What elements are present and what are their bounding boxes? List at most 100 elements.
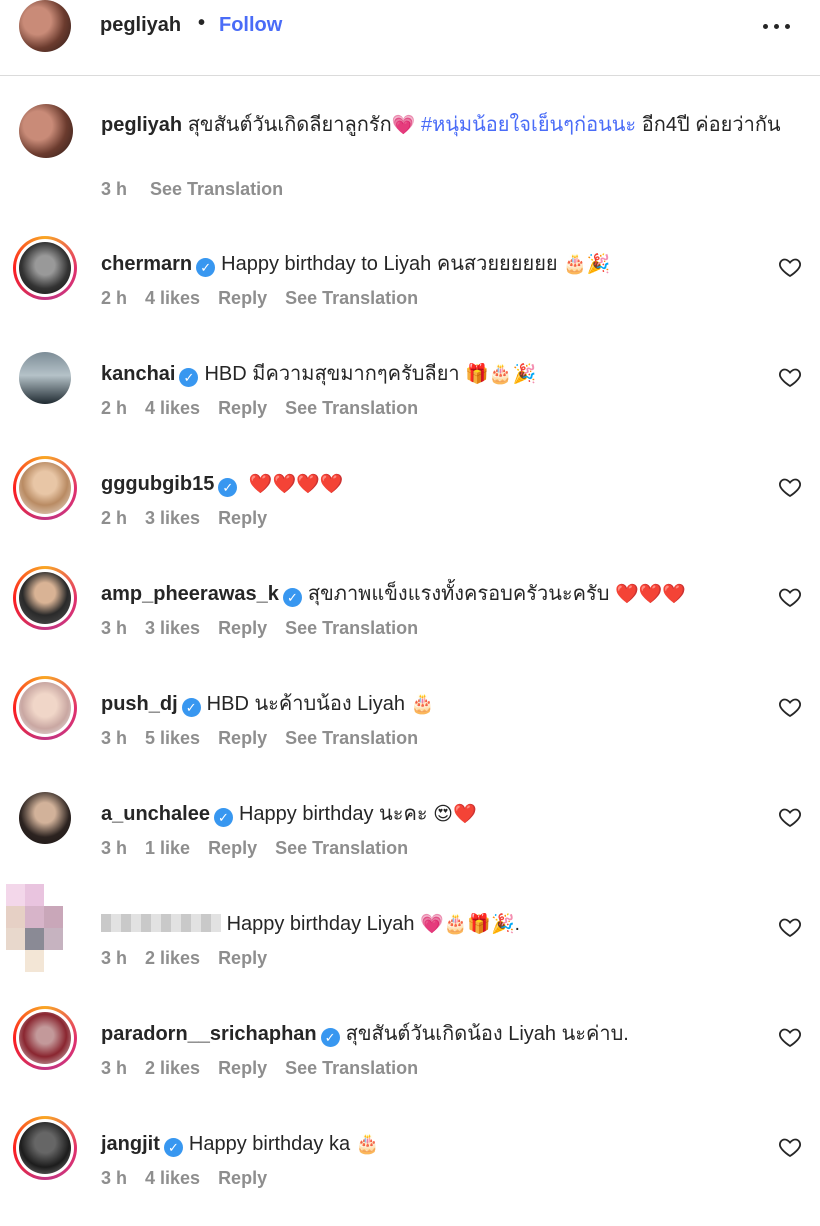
likes-count[interactable]: 4 likes	[145, 1168, 200, 1188]
comment-username[interactable]: kanchai	[101, 363, 175, 385]
comment-meta: 2 h 3 likes Reply	[101, 508, 285, 529]
avatar[interactable]	[19, 352, 71, 404]
reply-button[interactable]: Reply	[208, 838, 257, 858]
comment-username[interactable]: chermarn	[101, 253, 192, 275]
caption-text: pegliyah สุขสันต์วันเกิดลียาลูกรัก💗 #หนุ…	[101, 109, 791, 142]
like-heart-icon[interactable]	[778, 585, 802, 609]
avatar[interactable]	[19, 682, 71, 734]
comment-emoji: ❤️❤️❤️❤️	[248, 474, 344, 495]
comment-username[interactable]: paradorn__srichaphan	[101, 1023, 317, 1045]
see-translation-link[interactable]: See Translation	[285, 728, 418, 748]
like-heart-icon[interactable]	[778, 915, 802, 939]
comment-line: paradorn__srichaphan ✓ สุขสันต์วันเกิดน้อง…	[101, 1020, 629, 1049]
timestamp: 3 h	[101, 179, 128, 199]
comment-emoji: 🎁🎂🎉	[465, 364, 537, 385]
comment-item: amp_pheerawas_k ✓ สุขภาพแข็งแรงทั้งครอบครั…	[0, 566, 820, 676]
blurred-avatar[interactable]	[6, 884, 82, 972]
likes-count[interactable]: 2 likes	[145, 948, 200, 968]
comment-emoji: 🎂🎉	[563, 254, 611, 275]
comment-item: push_dj ✓ HBD นะค้าบน้อง Liyah 🎂 3 h 5 likes…	[0, 676, 820, 786]
like-heart-icon[interactable]	[778, 475, 802, 499]
comment-item: jangjit ✓ Happy birthday ka 🎂 3 h 4 likes Rep…	[0, 1116, 820, 1226]
separator-dot: •	[198, 12, 206, 34]
likes-count[interactable]: 3 likes	[145, 618, 200, 638]
comment-meta: 3 h 2 likes Reply	[101, 948, 285, 969]
reply-button[interactable]: Reply	[218, 288, 267, 308]
see-translation-link[interactable]: See Translation	[285, 618, 418, 638]
verified-badge-icon: ✓	[282, 588, 302, 607]
avatar[interactable]	[19, 792, 71, 844]
reply-button[interactable]: Reply	[218, 508, 267, 528]
reply-button[interactable]: Reply	[218, 948, 267, 968]
avatar[interactable]	[19, 572, 71, 624]
avatar[interactable]	[19, 462, 71, 514]
comment-emoji: 🎂	[355, 1134, 380, 1155]
reply-button[interactable]: Reply	[218, 728, 267, 748]
verified-badge-icon: ✓	[196, 258, 216, 277]
see-translation-link[interactable]: See Translation	[285, 398, 418, 418]
like-heart-icon[interactable]	[778, 1135, 802, 1159]
see-translation-link[interactable]: See Translation	[275, 838, 408, 858]
comment-line: gggubgib15 ✓ ❤️❤️❤️❤️	[101, 470, 344, 499]
reply-button[interactable]: Reply	[218, 398, 267, 418]
verified-badge-icon: ✓	[213, 808, 233, 827]
likes-count[interactable]: 2 likes	[145, 1058, 200, 1078]
avatar[interactable]	[19, 104, 73, 158]
comment-emoji: 💗🎂🎁🎉.	[420, 914, 520, 935]
comment-text: Happy birthday ka	[188, 1133, 351, 1155]
see-translation-link[interactable]: See Translation	[285, 1058, 418, 1078]
likes-count[interactable]: 4 likes	[145, 288, 200, 308]
comment-meta: 3 h 3 likes Reply See Translation	[101, 618, 436, 639]
comment-text: สุขภาพแข็งแรงทั้งครอบครัวนะครับ	[307, 583, 610, 605]
reply-button[interactable]: Reply	[218, 1058, 267, 1078]
reply-button[interactable]: Reply	[218, 618, 267, 638]
likes-count[interactable]: 4 likes	[145, 398, 200, 418]
see-translation-link[interactable]: See Translation	[150, 179, 283, 199]
caption-body-end: อีก4ปี ค่อยว่ากัน	[641, 114, 781, 136]
timestamp: 3 h	[101, 728, 128, 748]
comment-line: a_unchalee ✓ Happy birthday นะคะ 😍❤️	[101, 800, 477, 829]
comment-username[interactable]: a_unchalee	[101, 803, 210, 825]
comment-line: jangjit ✓ Happy birthday ka 🎂	[101, 1130, 379, 1159]
likes-count[interactable]: 1 like	[145, 838, 190, 858]
comment-emoji: ❤️❤️❤️	[615, 584, 686, 605]
timestamp: 2 h	[101, 398, 128, 418]
comment-line: chermarn ✓ Happy birthday to Liyah คนสวยยย…	[101, 250, 611, 279]
comment-text: Happy birthday to Liyah คนสวยยยยยย	[221, 253, 558, 275]
comment-item: paradorn__srichaphan ✓ สุขสันต์วันเกิดน้อง…	[0, 1006, 820, 1116]
comment-meta: 3 h 4 likes Reply	[101, 1168, 285, 1189]
like-heart-icon[interactable]	[778, 365, 802, 389]
timestamp: 3 h	[101, 1058, 128, 1078]
like-heart-icon[interactable]	[778, 255, 802, 279]
avatar[interactable]	[19, 242, 71, 294]
avatar[interactable]	[19, 1122, 71, 1174]
reply-button[interactable]: Reply	[218, 1168, 267, 1188]
see-translation-link[interactable]: See Translation	[285, 288, 418, 308]
likes-count[interactable]: 3 likes	[145, 508, 200, 528]
avatar[interactable]	[19, 1012, 71, 1064]
likes-count[interactable]: 5 likes	[145, 728, 200, 748]
hashtag-link[interactable]: #หนุ่มน้อยใจเย็นๆก่อนนะ	[421, 114, 636, 136]
caption-username[interactable]: pegliyah	[101, 114, 182, 136]
comment-line: Happy birthday Liyah 💗🎂🎁🎉.	[101, 910, 520, 939]
like-heart-icon[interactable]	[778, 695, 802, 719]
timestamp: 3 h	[101, 838, 128, 858]
like-heart-icon[interactable]	[778, 805, 802, 829]
blurred-username	[101, 914, 221, 932]
verified-badge-icon: ✓	[181, 698, 201, 717]
follow-button[interactable]: Follow	[219, 14, 282, 37]
avatar[interactable]	[19, 0, 71, 52]
timestamp: 2 h	[101, 288, 128, 308]
verified-badge-icon: ✓	[163, 1138, 183, 1157]
post-caption: pegliyah สุขสันต์วันเกิดลียาลูกรัก💗 #หนุ…	[0, 90, 820, 200]
comment-username[interactable]: gggubgib15	[101, 473, 214, 495]
comment-username[interactable]: push_dj	[101, 693, 178, 715]
comment-username[interactable]: jangjit	[101, 1133, 160, 1155]
comment-username[interactable]: amp_pheerawas_k	[101, 583, 279, 605]
comment-emoji: 😍❤️	[433, 804, 477, 825]
more-horizontal-icon[interactable]	[760, 14, 794, 38]
like-heart-icon[interactable]	[778, 1025, 802, 1049]
comment-item: Happy birthday Liyah 💗🎂🎁🎉. 3 h 2 likes Repl…	[0, 884, 820, 1006]
header-username[interactable]: pegliyah	[100, 14, 181, 37]
comment-meta: 2 h 4 likes Reply See Translation	[101, 288, 436, 309]
